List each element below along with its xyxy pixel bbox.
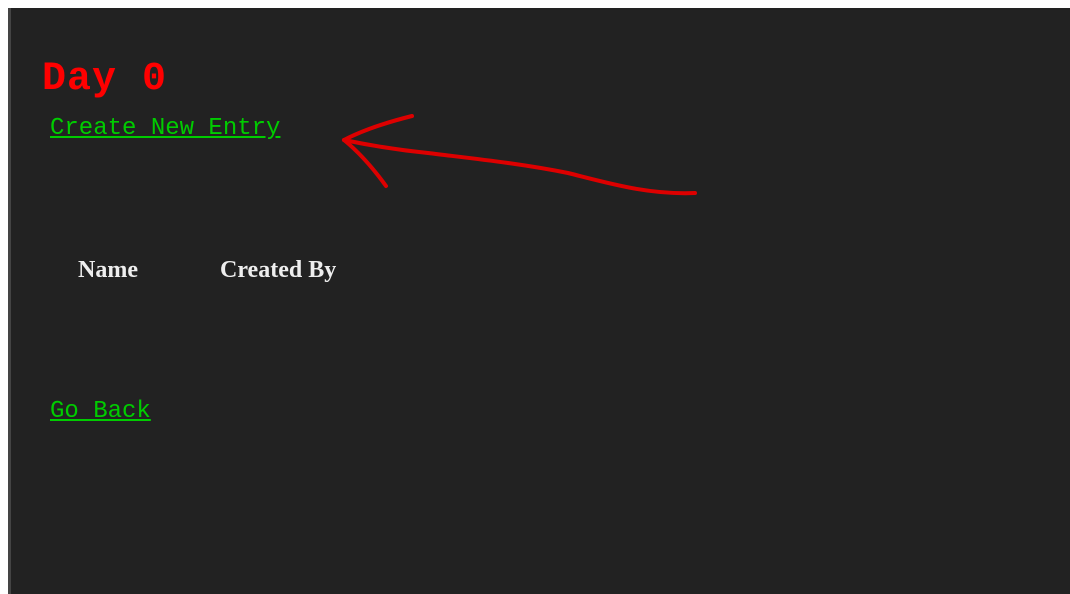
page-frame: Day 0 Create New Entry Name Created By G… [8,8,1070,594]
column-header-name: Name [78,257,138,283]
create-new-entry-link[interactable]: Create New Entry [50,114,280,144]
window-left-border [8,8,11,594]
page-title: Day 0 [42,57,168,102]
go-back-link[interactable]: Go Back [50,397,151,427]
arrow-icon [342,114,697,196]
column-header-created-by: Created By [220,257,337,283]
